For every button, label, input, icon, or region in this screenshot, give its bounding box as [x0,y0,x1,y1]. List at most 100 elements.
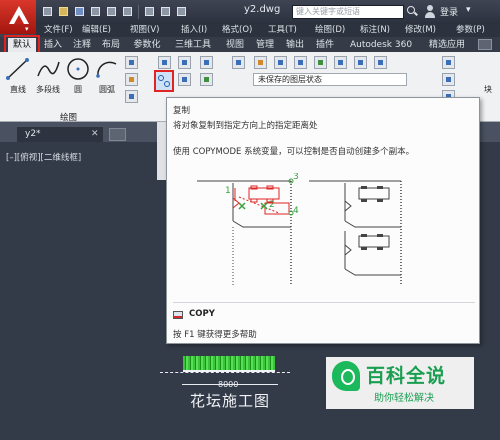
watermark-title: 百科全说 [366,365,447,387]
polyline-icon [37,61,60,77]
mirror-button[interactable] [178,73,191,86]
tab-parametric[interactable]: 参数化 [131,38,163,52]
menu-parametric[interactable]: 参数(P) [456,24,485,36]
arc-tool-label: 圆弧 [99,85,115,94]
layer-properties-button[interactable] [232,56,245,69]
document-title: y2.dwg [244,4,281,15]
menu-modify[interactable]: 修改(M) [405,24,436,36]
arc-icon [96,61,117,78]
login-link[interactable]: 登录 [440,5,462,18]
tab-annotate[interactable]: 注释 [71,38,93,52]
workspace-dropdown-icon[interactable] [174,4,189,19]
search-input[interactable]: 键入关键字或短语 [292,5,404,19]
doc-tab-label: y2* [25,129,41,139]
layer-walk-button[interactable] [374,56,387,69]
leader-button[interactable] [442,73,455,86]
line-tool[interactable]: 直线 [4,56,32,95]
menu-view[interactable]: 视图(V) [130,24,159,36]
layer-state-dropdown[interactable]: 未保存的图层状态 [253,73,407,86]
autocad-logo-icon[interactable]: ▾ [0,0,36,34]
menu-tools[interactable]: 工具(T) [268,24,297,36]
new-file-icon[interactable] [40,4,55,19]
toolbar-divider [138,5,139,19]
tab-autodesk-360[interactable]: Autodesk 360 [343,38,419,52]
hatch-button[interactable] [125,73,138,86]
print-icon[interactable] [120,4,135,19]
menu-file[interactable]: 文件(F) [44,24,73,36]
title-bar: y2.dwg 键入关键字或短语 登录 ▾ [0,0,500,24]
block-tool-label[interactable]: 块 [484,84,492,95]
tooltip-help: 按 F1 键获得更多帮助 [173,330,257,340]
save-as-icon[interactable] [88,4,103,19]
quick-access-toolbar [40,4,189,20]
publish-icon[interactable] [104,4,119,19]
layer-freeze-button[interactable] [294,56,307,69]
copy-icon [158,75,164,81]
diagram-label-2: 2 [269,200,275,210]
tab-output[interactable]: 输出 [284,38,306,52]
layer-previous-button[interactable] [354,56,367,69]
menu-dimension[interactable]: 标注(N) [360,24,390,36]
layer-isolate-button[interactable] [274,56,287,69]
diagram-label-1: 1 [225,186,231,196]
diagram-label-4: 4 [293,206,299,216]
chevron-down-icon[interactable]: ▾ [466,5,471,15]
ribbon-tab-bar: 默认 插入 注释 布局 参数化 三维工具 视图 管理 输出 插件 Autodes… [0,37,500,52]
rotate-button[interactable] [178,56,191,69]
tab-layout[interactable]: 布局 [100,38,122,52]
line-tool-label: 直线 [10,85,26,94]
layer-off-button[interactable] [254,56,267,69]
tooltip-description: 将对象复制到指定方向上的指定距离处 [173,121,318,131]
menu-format[interactable]: 格式(O) [222,24,252,36]
close-icon[interactable]: ✕ [91,127,99,141]
copy-tooltip: 复制 将对象复制到指定方向上的指定距离处 使用 COPYMODE 系统变量，可以… [166,97,480,344]
tab-featured-apps[interactable]: 精选应用 [425,38,469,52]
redo-icon[interactable] [158,4,173,19]
diagram-label-3: 3 [293,173,299,182]
open-folder-icon[interactable] [56,4,71,19]
circle-tool-label: 圆 [74,85,82,94]
viewport-controls[interactable]: [–][俯视][二维线框] [6,151,81,163]
watermark: 百科全说 助你轻松解决 [326,357,474,409]
tab-view[interactable]: 视图 [224,38,246,52]
rectangle-button[interactable] [125,56,138,69]
tooltip-command: COPY [189,309,215,319]
tooltip-body: 使用 COPYMODE 系统变量，可以控制是否自动创建多个副本。 [173,147,415,157]
circle-icon [67,58,89,80]
region-button[interactable] [125,90,138,103]
copy-button[interactable] [154,70,174,92]
user-avatar-icon[interactable] [424,5,436,18]
fillet-button[interactable] [200,73,213,86]
menu-draw[interactable]: 绘图(D) [315,24,345,36]
move-button[interactable] [158,56,171,69]
watermark-subtitle: 助你轻松解决 [374,393,434,404]
search-icon[interactable] [406,5,418,17]
layer-lock-button[interactable] [314,56,327,69]
dimension-button[interactable] [442,56,455,69]
tab-insert[interactable]: 插入 [42,38,64,52]
ground-line [160,372,290,374]
menu-bar: 文件(F) 编辑(E) 视图(V) 插入(I) 格式(O) 工具(T) 绘图(D… [36,24,500,37]
polyline-tool[interactable]: 多段线 [32,56,64,95]
autocad-window: y2.dwg 键入关键字或短语 登录 ▾ ▾ 文件(F) 编辑(E) 视图(V)… [0,0,500,440]
tab-manage[interactable]: 管理 [254,38,276,52]
command-icon [173,311,183,319]
undo-icon[interactable] [142,4,157,19]
drawing-title: 花坛施工图 [190,392,271,410]
trim-button[interactable] [200,56,213,69]
tab-3d-tools[interactable]: 三维工具 [171,38,215,52]
ribbon-options-icon[interactable] [478,39,492,50]
tab-plugins[interactable]: 插件 [314,38,336,52]
menu-insert[interactable]: 插入(I) [181,24,207,36]
doc-tab-current[interactable]: y2* ✕ [17,127,103,142]
arc-tool[interactable]: 圆弧 [93,56,121,95]
dimension-text: 8000 [218,380,239,389]
tooltip-divider [173,302,475,303]
menu-edit[interactable]: 编辑(E) [82,24,111,36]
polyline-tool-label: 多段线 [36,85,60,94]
new-tab-button[interactable] [109,128,126,141]
layer-match-button[interactable] [334,56,347,69]
watermark-logo-icon [332,361,360,391]
circle-tool[interactable]: 圆 [64,56,92,95]
save-icon[interactable] [72,4,87,19]
